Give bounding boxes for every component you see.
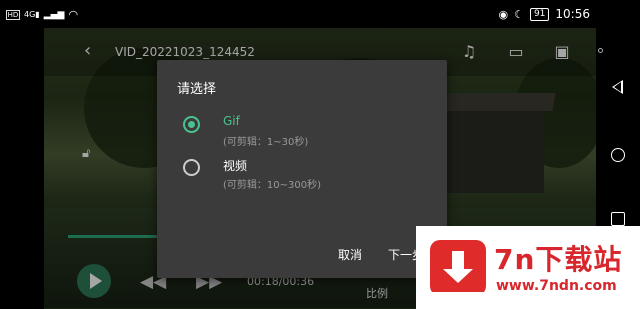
- battery-indicator: 91: [529, 7, 550, 21]
- nav-recents-icon[interactable]: [611, 212, 625, 226]
- option-gif-label: Gif: [223, 114, 240, 128]
- option-video[interactable]: 视频 (可剪辑：10~300秒): [183, 157, 433, 197]
- wifi-icon: ◠: [68, 8, 79, 21]
- nav-back-icon[interactable]: [612, 80, 623, 94]
- indicator-dot-icon: [598, 48, 603, 53]
- radio-gif[interactable]: [183, 116, 200, 133]
- dialog-title: 请选择: [177, 82, 217, 97]
- choose-dialog: 请选择 Gif (可剪辑：1~30秒) 视频 (可剪辑：10~300秒) 取消 …: [157, 60, 447, 278]
- cancel-button[interactable]: 取消: [338, 246, 362, 263]
- status-left-icons: HD 4G▮ ▂▄▆ ◠: [6, 8, 78, 21]
- option-gif-hint: (可剪辑：1~30秒): [223, 137, 309, 148]
- watermark-logo: 7n下载站 www.7ndn.com: [416, 226, 640, 309]
- eye-icon: ◉: [498, 7, 509, 21]
- clock: 10:56: [555, 7, 590, 21]
- radio-video[interactable]: [183, 159, 200, 176]
- moon-icon: ☾: [514, 7, 524, 21]
- watermark-url: www.7ndn.com: [496, 278, 617, 294]
- watermark-bar: [430, 292, 486, 296]
- option-gif[interactable]: Gif (可剪辑：1~30秒): [183, 114, 433, 154]
- download-arrow-icon: [430, 240, 486, 296]
- watermark-brand: 7n下载站: [494, 243, 623, 276]
- status-bar: HD 4G▮ ▂▄▆ ◠ ◉ ☾ 91 10:56: [0, 0, 640, 28]
- option-video-hint: (可剪辑：10~300秒): [223, 180, 321, 191]
- status-right-icons: ◉ ☾ 91 10:56: [498, 7, 590, 21]
- hd-icon: HD: [6, 9, 20, 20]
- option-video-label: 视频: [223, 159, 248, 173]
- signal-4g-icon: 4G▮: [24, 10, 40, 19]
- nav-home-icon[interactable]: [611, 148, 625, 162]
- signal-icon: ▂▄▆: [43, 9, 65, 20]
